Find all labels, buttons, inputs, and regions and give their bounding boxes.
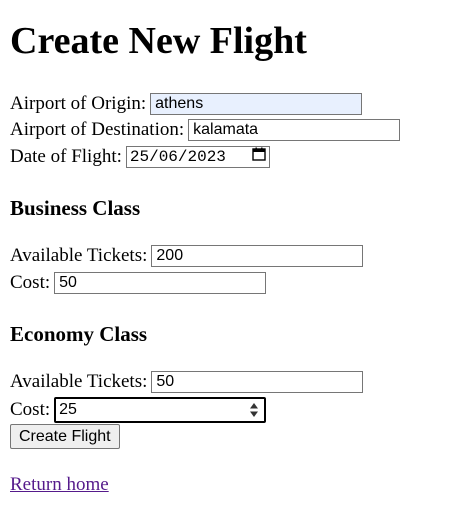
economy-cost-label: Cost: (10, 399, 51, 420)
economy-tickets-input[interactable]: 50 (151, 371, 364, 393)
business-tickets-row: Available Tickets: 200 (10, 243, 364, 269)
business-tickets-label: Available Tickets: (10, 245, 148, 266)
business-cost-row: Cost: 50 (10, 270, 267, 296)
create-flight-button[interactable]: Create Flight (10, 424, 120, 449)
origin-row: Airport of Origin: athens (10, 91, 363, 117)
return-home-link[interactable]: Return home (10, 474, 109, 496)
business-cost-label: Cost: (10, 272, 51, 293)
origin-label: Airport of Origin: (10, 93, 147, 114)
economy-tickets-value: 50 (156, 373, 175, 390)
destination-label: Airport of Destination: (10, 119, 185, 140)
date-input[interactable]: 25/06/2023 (125, 146, 270, 168)
origin-input[interactable]: athens (150, 93, 363, 115)
date-value: 25/06/2023 (129, 148, 226, 166)
economy-tickets-label: Available Tickets: (10, 371, 148, 392)
destination-input[interactable]: kalamata (188, 119, 401, 141)
spin-up-down-icon[interactable] (247, 401, 261, 419)
economy-class-heading: Economy Class (10, 322, 148, 346)
calendar-icon[interactable] (252, 147, 266, 167)
destination-row: Airport of Destination: kalamata (10, 117, 401, 143)
page-title: Create New Flight (10, 20, 307, 62)
economy-cost-value: 25 (59, 401, 77, 418)
business-class-heading: Business Class (10, 196, 141, 220)
business-cost-input[interactable]: 50 (54, 272, 267, 294)
page-content: Create New Flight Airport of Origin: ath… (10, 0, 459, 527)
economy-cost-row: Cost: 25 (10, 397, 267, 423)
date-label: Date of Flight: (10, 146, 122, 167)
origin-value: athens (155, 95, 204, 112)
business-tickets-value: 200 (156, 247, 184, 264)
business-tickets-input[interactable]: 200 (151, 245, 364, 267)
business-cost-value: 50 (59, 274, 77, 291)
destination-value: kalamata (193, 121, 259, 138)
date-row: Date of Flight: 25/06/2023 (10, 144, 270, 170)
economy-tickets-row: Available Tickets: 50 (10, 369, 364, 395)
economy-cost-input[interactable]: 25 (54, 397, 267, 423)
